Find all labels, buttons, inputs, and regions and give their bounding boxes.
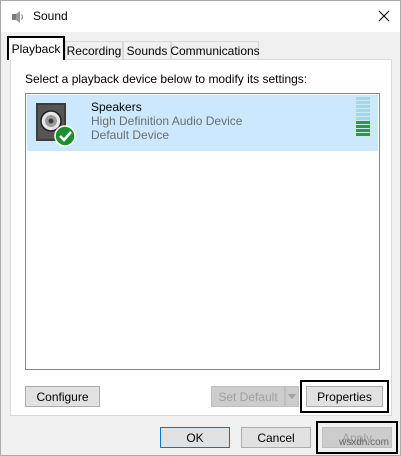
device-row-speakers[interactable]: Speakers High Definition Audio Device De… xyxy=(27,95,378,151)
sound-icon xyxy=(12,11,23,23)
title-bar: Sound xyxy=(1,1,400,32)
level-segment xyxy=(356,113,370,116)
set-default-label: Set Default xyxy=(218,389,278,404)
level-segment xyxy=(356,133,370,136)
playback-panel: Select a playback device below to modify… xyxy=(10,59,392,416)
cancel-label: Cancel xyxy=(257,430,295,445)
cancel-button[interactable]: Cancel xyxy=(241,427,311,448)
device-description: High Definition Audio Device xyxy=(91,114,243,128)
level-meter xyxy=(356,97,370,139)
tab-sounds[interactable]: Sounds xyxy=(123,41,171,60)
level-segment xyxy=(356,117,370,120)
tab-label: Communications xyxy=(170,44,260,58)
tab-label: Recording xyxy=(66,44,122,58)
set-default-dropdown[interactable] xyxy=(285,386,299,407)
properties-label: Properties xyxy=(317,389,372,404)
device-status: Default Device xyxy=(91,128,170,142)
configure-label: Configure xyxy=(36,389,89,404)
tab-label: Sounds xyxy=(126,44,168,58)
level-segment xyxy=(356,125,370,128)
properties-button[interactable]: Properties xyxy=(306,386,383,407)
level-segment xyxy=(356,105,370,108)
ok-label: OK xyxy=(186,430,204,445)
tab-recording[interactable]: Recording xyxy=(65,41,123,60)
set-default-button[interactable]: Set Default xyxy=(211,386,285,407)
window-title: Sound xyxy=(33,9,68,23)
close-icon xyxy=(378,10,390,22)
instruction-text: Select a playback device below to modify… xyxy=(25,72,308,86)
default-check-icon xyxy=(54,125,76,147)
level-segment xyxy=(356,129,370,132)
level-segment xyxy=(356,109,370,112)
device-list[interactable]: Speakers High Definition Audio Device De… xyxy=(25,93,380,370)
device-name: Speakers xyxy=(91,100,142,114)
tab-playback[interactable]: Playback xyxy=(7,36,65,60)
speaker-icon xyxy=(36,103,76,147)
sound-dialog: Sound Playback Recording Sounds Communic… xyxy=(0,0,401,456)
ok-button[interactable]: OK xyxy=(160,427,230,448)
level-segment xyxy=(356,101,370,104)
close-button[interactable] xyxy=(369,3,399,29)
tab-communications[interactable]: Communications xyxy=(170,41,260,60)
level-segment xyxy=(356,97,370,100)
watermark-text: wsxdn.com xyxy=(339,437,390,448)
level-segment xyxy=(356,121,370,124)
tab-label: Playback xyxy=(11,42,61,56)
chevron-down-icon xyxy=(288,394,296,399)
configure-button[interactable]: Configure xyxy=(25,386,100,407)
